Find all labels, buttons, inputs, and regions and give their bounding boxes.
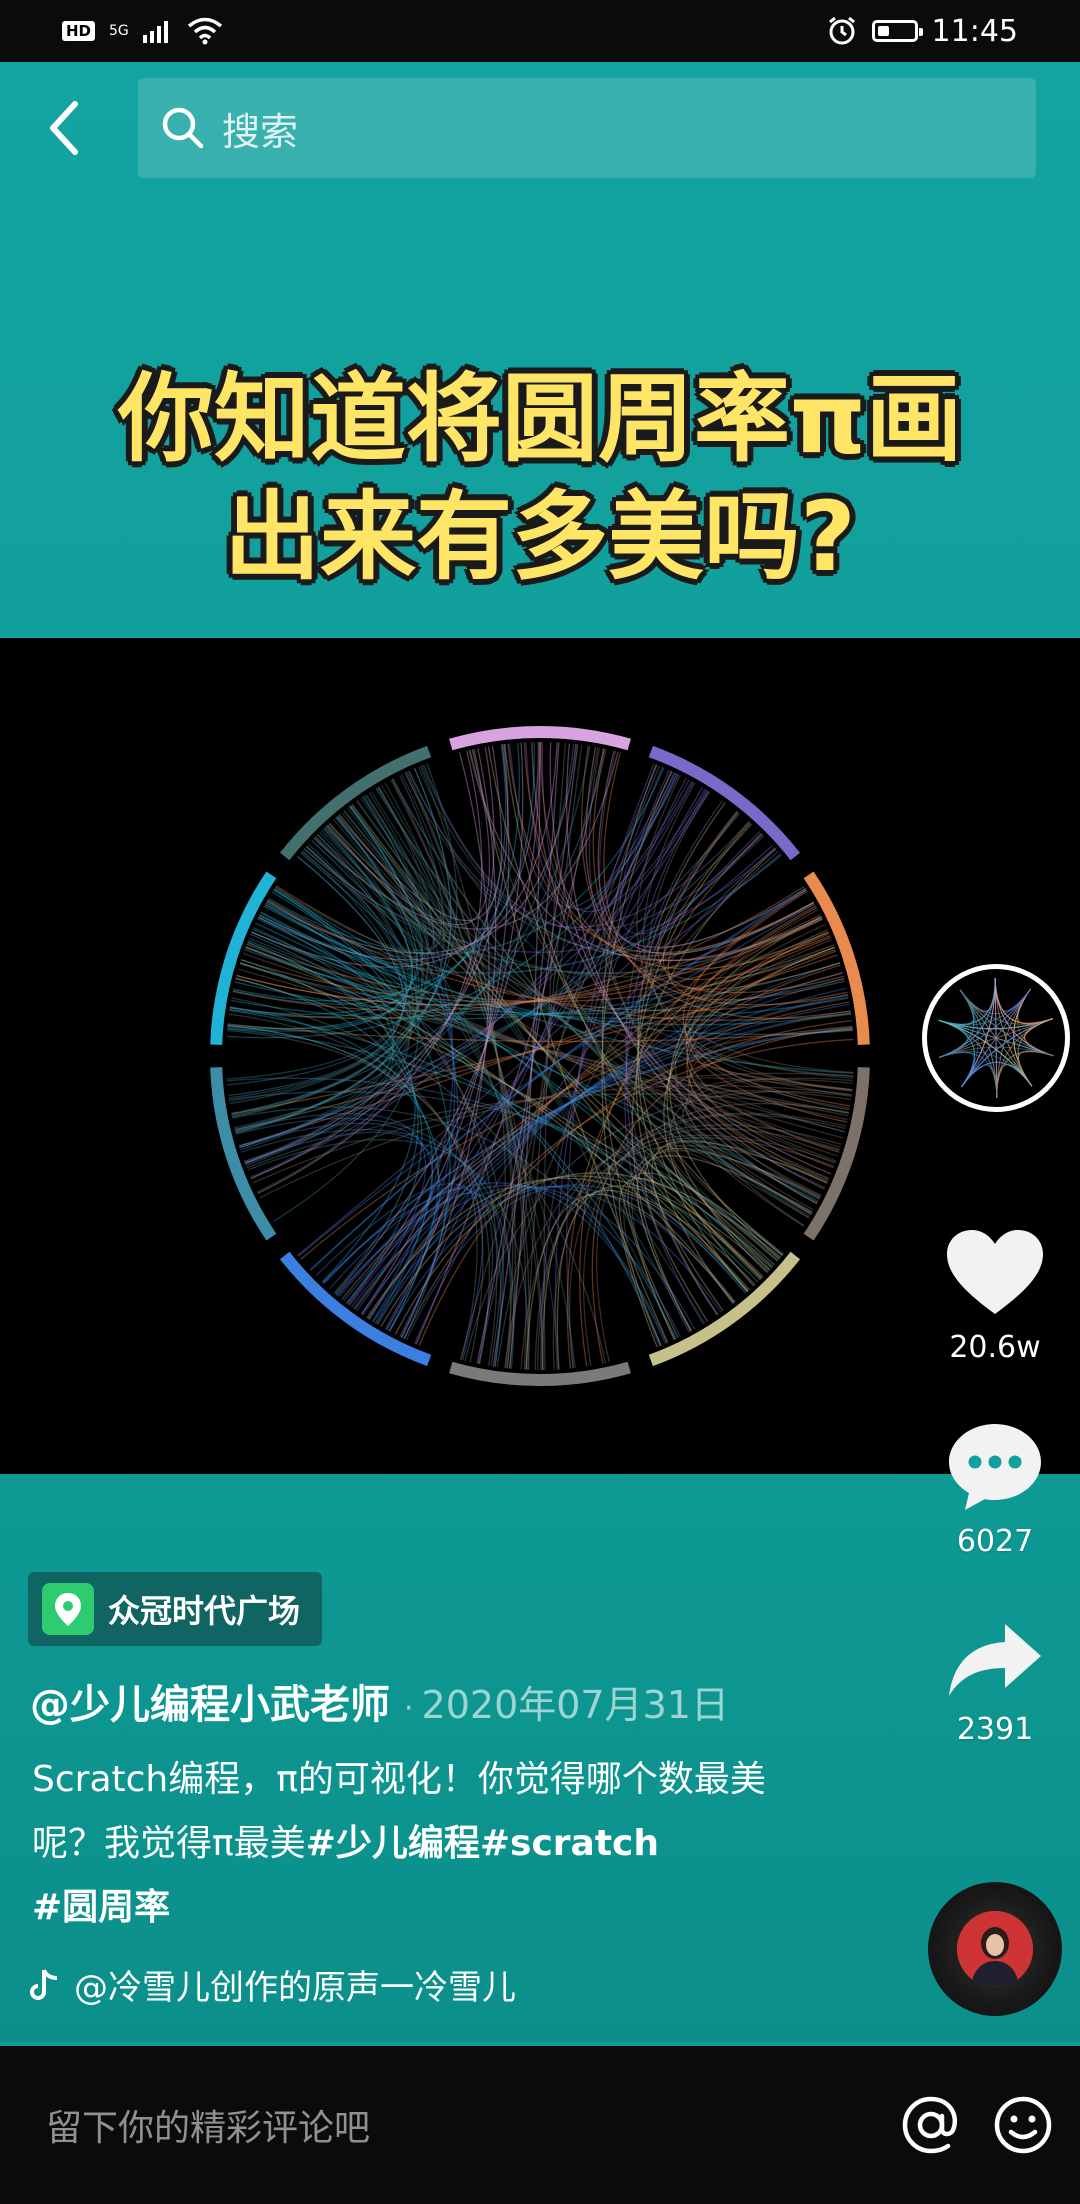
music-note-icon	[30, 1968, 58, 2000]
hd-badge: HD	[62, 21, 96, 41]
top-bar: 搜索	[0, 62, 1080, 192]
pi-chord	[366, 1177, 756, 1319]
disc-chord	[1017, 1050, 1054, 1087]
disc-chord	[1017, 988, 1053, 1025]
video-title: 你知道将圆周率π画 出来有多美吗?	[0, 360, 1080, 596]
video-title-line2: 出来有多美吗?	[224, 481, 856, 593]
music-label: @冷雪儿创作的原声一冷雪儿	[74, 1968, 516, 2008]
author-name[interactable]: @少儿编程小武老师	[30, 1682, 390, 1728]
battery-icon	[871, 20, 923, 42]
comment-count: 6027	[956, 1524, 1034, 1559]
search-icon	[162, 107, 204, 149]
location-pin-icon	[42, 1583, 94, 1635]
comment-input[interactable]: 留下你的精彩评论吧	[46, 2099, 896, 2151]
author-line: @少儿编程小武老师 · 2020年07月31日	[30, 1672, 729, 1730]
at-icon	[902, 2096, 958, 2154]
back-button[interactable]	[36, 98, 92, 158]
music-disc-thumbnail[interactable]	[922, 964, 1070, 1112]
search-placeholder: 搜索	[222, 109, 299, 154]
disc-chord	[939, 1051, 975, 1088]
disc-chord	[959, 977, 996, 1012]
pi-chord	[536, 1112, 847, 1370]
share-icon	[949, 1624, 1041, 1696]
disc-chord	[1017, 1050, 1054, 1087]
status-bar: HD 5G 11:45	[0, 0, 1080, 62]
disc-chord	[938, 989, 975, 1026]
disc-chord	[938, 989, 975, 1026]
network-label: 5G	[109, 23, 129, 39]
post-description: Scratch编程，π的可视化！你觉得哪个数最美呢？我觉得π最美#少儿编程#sc…	[32, 1748, 832, 1940]
signal-icon	[142, 21, 168, 43]
location-tag[interactable]: 众冠时代广场	[28, 1572, 323, 1646]
avatar	[957, 1911, 1033, 1987]
comment-bar: 留下你的精彩评论吧	[0, 2046, 1080, 2204]
share-count: 2391	[956, 1712, 1034, 1747]
disc-chord	[938, 989, 975, 1026]
like-count: 20.6w	[949, 1330, 1041, 1365]
disc-chord	[1017, 1050, 1054, 1087]
hashtag[interactable]: #scratch	[480, 1823, 659, 1864]
hashtag[interactable]: #少儿编程	[306, 1823, 480, 1864]
pi-visualization	[210, 726, 870, 1386]
ring-segment	[210, 871, 277, 1045]
chevron-left-icon	[50, 101, 78, 155]
alarm-icon	[828, 16, 855, 45]
search-input[interactable]: 搜索	[138, 78, 1036, 178]
video-title-line1: 你知道将圆周率π画	[118, 363, 962, 475]
emoji-button[interactable]	[988, 2090, 1058, 2160]
comment-icon	[949, 1424, 1041, 1510]
ring-segment	[449, 1361, 631, 1386]
post-date: 2020年07月31日	[421, 1683, 729, 1727]
heart-icon	[947, 1230, 1043, 1314]
smiley-icon	[994, 2096, 1052, 2154]
share-button[interactable]: 2391	[930, 1620, 1060, 1747]
location-label: 众冠时代广场	[108, 1592, 301, 1630]
like-button[interactable]: 20.6w	[930, 1228, 1060, 1365]
hashtag[interactable]: #圆周率	[32, 1887, 170, 1928]
disc-thumbnail-art	[938, 977, 1054, 1099]
mention-button[interactable]	[896, 2090, 966, 2160]
music-line[interactable]: @冷雪儿创作的原声一冷雪儿	[30, 1960, 516, 2009]
clock: 11:45	[931, 13, 1018, 49]
wifi-icon	[187, 17, 222, 45]
disc-chord	[996, 1064, 1033, 1099]
separator-dot: ·	[404, 1691, 414, 1726]
music-avatar-disc[interactable]	[928, 1882, 1062, 2016]
video-player[interactable]	[0, 638, 1080, 1474]
comment-button[interactable]: 6027	[930, 1420, 1060, 1559]
